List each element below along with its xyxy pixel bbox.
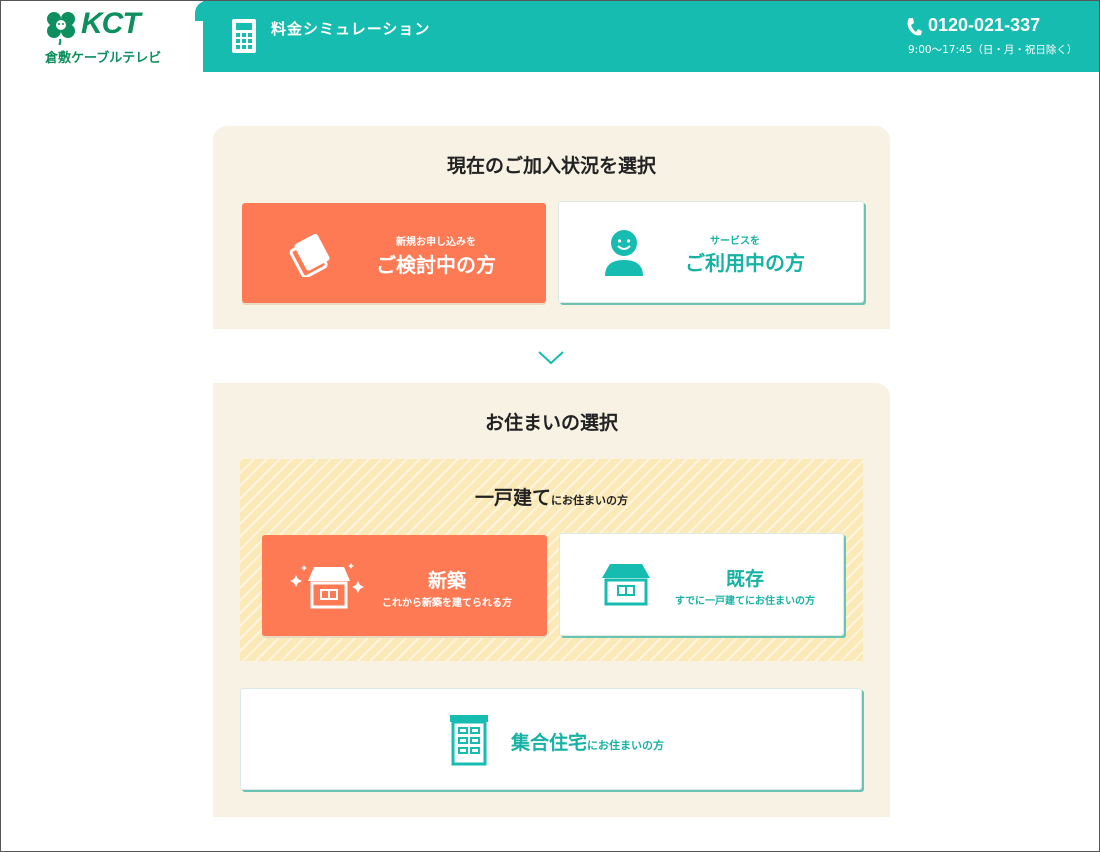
apartment-label: 集合住宅にお住まいの方	[511, 728, 664, 755]
apartment-title-suffix: にお住まいの方	[587, 739, 665, 752]
chevron-down-icon	[538, 351, 564, 365]
card-icon	[289, 233, 330, 277]
new-build-button[interactable]: 新築 これから新築を建てられる方	[262, 535, 547, 636]
existing-customer-small-label: サービスを	[710, 236, 760, 247]
logo[interactable]: KCT 倉敷ケーブルテレビ	[1, 1, 203, 72]
phone-icon	[907, 18, 922, 36]
person-icon	[605, 230, 643, 276]
clover-logo-icon	[47, 12, 75, 45]
page-title: 料金シミュレーション	[271, 20, 431, 38]
apartment-icon	[450, 715, 488, 766]
new-build-description: これから新築を建てられる方	[382, 598, 512, 609]
existing-house-button[interactable]: 既存 すでに一戸建てにお住まいの方	[559, 533, 844, 636]
house-icon	[602, 564, 650, 606]
existing-customer-label: ご利用中の方	[685, 251, 805, 275]
new-house-icon	[290, 563, 364, 609]
phone-number[interactable]: 0120-021-337	[928, 15, 1040, 36]
status-panel: 現在のご加入状況を選択 新規お申し込みを ご検討中の方 サービスを ご利用中の方	[213, 126, 890, 329]
new-applicant-label: ご検討中の方	[376, 253, 496, 277]
new-applicant-button[interactable]: 新規お申し込みを ご検討中の方	[242, 203, 546, 303]
calculator-icon	[232, 19, 256, 53]
detached-title-suffix: にお住まいの方	[551, 494, 628, 507]
new-applicant-small-label: 新規お申し込みを	[396, 237, 476, 248]
status-section-title: 現在のご加入状況を選択	[446, 155, 656, 177]
residence-section-title: お住まいの選択	[484, 412, 618, 434]
detached-house-title: 一戸建てにお住まいの方	[240, 483, 863, 510]
detached-house-section: 一戸建てにお住まいの方 新築 これから新築を建てられる方 既存 すでに一戸建てに…	[240, 459, 863, 661]
apartment-button[interactable]: 集合住宅にお住まいの方	[240, 688, 862, 790]
logo-text: KCT	[81, 7, 141, 40]
existing-house-label: 既存	[725, 568, 764, 590]
detached-title-text: 一戸建て	[474, 487, 551, 509]
phone-hours: 9:00〜17:45（日・月・祝日除く）	[908, 44, 1078, 56]
existing-customer-button[interactable]: サービスを ご利用中の方	[558, 201, 864, 303]
logo-subtitle: 倉敷ケーブルテレビ	[45, 51, 162, 66]
new-build-label: 新築	[427, 570, 466, 592]
existing-house-description: すでに一戸建てにお住まいの方	[674, 596, 816, 607]
apartment-title-text: 集合住宅	[511, 732, 588, 754]
